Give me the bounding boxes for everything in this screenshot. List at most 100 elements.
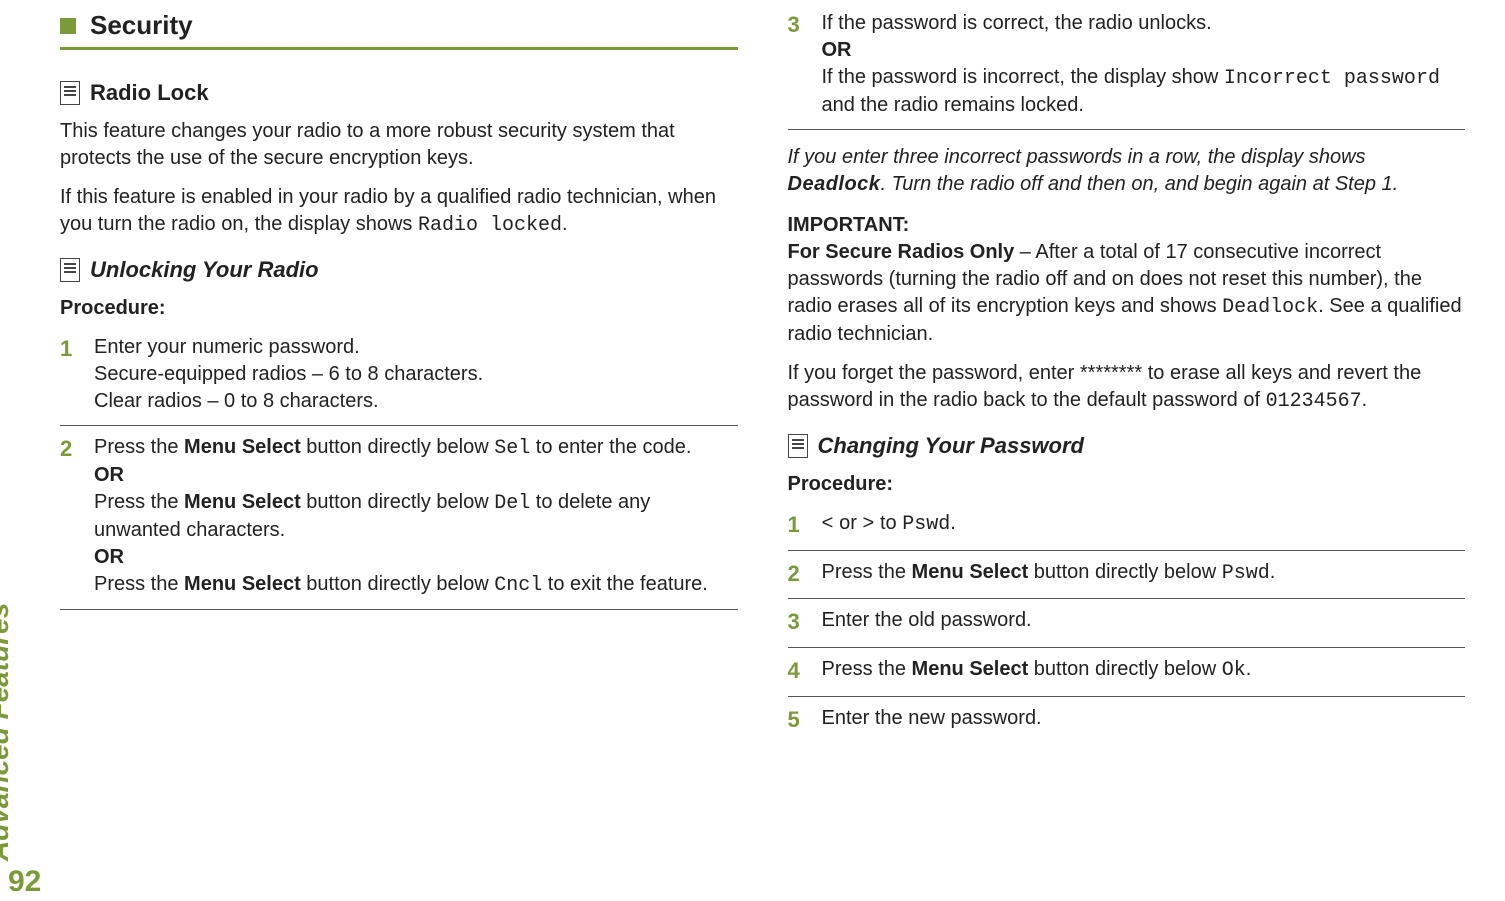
section-heading: Security <box>60 10 738 50</box>
important-label: IMPORTANT: <box>788 214 910 236</box>
bold-text: Menu Select <box>912 658 1029 680</box>
step-number: 3 <box>788 607 808 637</box>
step-line: Clear radios – 0 to 8 characters. <box>94 388 738 415</box>
text: button directly below <box>1028 561 1221 583</box>
bold-text: Menu Select <box>184 491 301 513</box>
procedure-step: 1 Enter your numeric password. Secure-eq… <box>60 326 738 426</box>
text: and the radio remains locked. <box>822 94 1084 116</box>
text: button directly below <box>301 573 494 595</box>
text: . <box>950 512 956 534</box>
page-icon <box>60 258 80 282</box>
text: Press the <box>94 573 184 595</box>
step-number: 3 <box>788 10 808 119</box>
step-line: If the password is correct, the radio un… <box>822 10 1466 37</box>
page-number: 92 <box>8 865 41 899</box>
code-text: Ok <box>1222 659 1246 682</box>
or-separator: OR <box>94 462 738 489</box>
step-line: Press the Menu Select button directly be… <box>94 434 738 462</box>
text-columns: Security Radio Lock This feature changes… <box>60 10 1465 891</box>
procedure-label: Procedure: <box>60 297 738 320</box>
section-heading-text: Security <box>90 10 193 41</box>
subsection-title: Radio Lock <box>90 80 209 106</box>
text: button directly below <box>301 436 494 458</box>
left-column: Security Radio Lock This feature changes… <box>60 10 738 891</box>
step-line: Enter your numeric password. <box>94 334 738 361</box>
bold-text: Menu Select <box>184 436 301 458</box>
procedure-step: 2 Press the Menu Select button directly … <box>788 551 1466 600</box>
step-number: 2 <box>60 434 80 599</box>
text: If you enter three incorrect passwords i… <box>788 146 1366 168</box>
step-line: Press the Menu Select button directly be… <box>94 489 738 544</box>
text: Press the <box>822 561 912 583</box>
code-text: Sel <box>494 437 530 460</box>
right-column: 3 If the password is correct, the radio … <box>788 10 1466 891</box>
code-text: Incorrect password <box>1224 67 1440 90</box>
text: If this feature is enabled in your radio… <box>60 186 716 235</box>
text: . Turn the radio off and then on, and be… <box>880 173 1398 195</box>
subsection-heading: Radio Lock <box>60 80 738 106</box>
step-body: If the password is correct, the radio un… <box>822 10 1466 119</box>
subsection-heading: Changing Your Password <box>788 433 1466 459</box>
side-tab-label: Advanced Features <box>0 603 15 861</box>
step-line: Press the Menu Select button directly be… <box>94 571 738 599</box>
code-text: Radio locked <box>418 214 562 237</box>
text: to <box>874 512 902 534</box>
step-line: If the password is incorrect, the displa… <box>822 64 1466 119</box>
procedure-label: Procedure: <box>788 473 1466 496</box>
subsection-title: Changing Your Password <box>818 433 1084 459</box>
step-body: Press the Menu Select button directly be… <box>822 559 1466 589</box>
code-text: Deadlock <box>1222 296 1318 319</box>
code-text: Cncl <box>494 574 542 597</box>
step-body: Enter your numeric password. Secure-equi… <box>94 334 738 415</box>
step-number: 4 <box>788 656 808 686</box>
square-bullet-icon <box>60 18 76 34</box>
procedure-step: 1 < or > to Pswd. <box>788 502 1466 551</box>
document-page: Advanced Features 92 Security Radio Lock… <box>0 0 1505 901</box>
step-number: 2 <box>788 559 808 589</box>
procedure-step: 3 Enter the old password. <box>788 599 1466 648</box>
text: If you forget the password, enter <box>788 362 1080 384</box>
bold-text: Menu Select <box>184 573 301 595</box>
step-body: Enter the old password. <box>822 607 1466 637</box>
step-body: Press the Menu Select button directly be… <box>94 434 738 599</box>
procedure-step: 2 Press the Menu Select button directly … <box>60 426 738 610</box>
code-text: Pswd <box>902 513 950 536</box>
code-text: < <box>822 513 834 536</box>
text: button directly below <box>301 491 494 513</box>
step-body: < or > to Pswd. <box>822 510 1466 540</box>
code-text: Del <box>494 492 530 515</box>
text: button directly below <box>1028 658 1221 680</box>
deadlock-text: Deadlock <box>788 173 881 195</box>
page-icon <box>60 81 80 105</box>
text: to exit the feature. <box>542 573 708 595</box>
text: ******** <box>1080 362 1142 384</box>
text: – <box>1014 241 1035 263</box>
step-line: Secure-equipped radios – 6 to 8 characte… <box>94 361 738 388</box>
paragraph: This feature changes your radio to a mor… <box>60 118 738 172</box>
subsection-title: Unlocking Your Radio <box>90 257 319 283</box>
text: . <box>1362 389 1368 411</box>
page-icon <box>788 434 808 458</box>
paragraph: If you forget the password, enter ******… <box>788 360 1466 415</box>
code-text: 01234567 <box>1266 390 1362 413</box>
text: Press the <box>94 436 184 458</box>
step-number: 1 <box>60 334 80 415</box>
paragraph: IMPORTANT: For Secure Radios Only – Afte… <box>788 212 1466 348</box>
text: . <box>1270 561 1276 583</box>
italic-note: If you enter three incorrect passwords i… <box>788 144 1466 198</box>
bold-text: Menu Select <box>912 561 1029 583</box>
procedure-step: 4 Press the Menu Select button directly … <box>788 648 1466 697</box>
step-body: Press the Menu Select button directly be… <box>822 656 1466 686</box>
code-text: Pswd <box>1222 562 1270 585</box>
step-body: Enter the new password. <box>822 705 1466 735</box>
procedure-step: 5 Enter the new password. <box>788 697 1466 745</box>
or-separator: OR <box>94 544 738 571</box>
paragraph: If this feature is enabled in your radio… <box>60 184 738 239</box>
text: . <box>1246 658 1252 680</box>
step-number: 5 <box>788 705 808 735</box>
or-separator: OR <box>822 37 1466 64</box>
code-text: > <box>862 513 874 536</box>
procedure-step: 3 If the password is correct, the radio … <box>788 10 1466 130</box>
step-number: 1 <box>788 510 808 540</box>
text: to enter the code. <box>530 436 691 458</box>
